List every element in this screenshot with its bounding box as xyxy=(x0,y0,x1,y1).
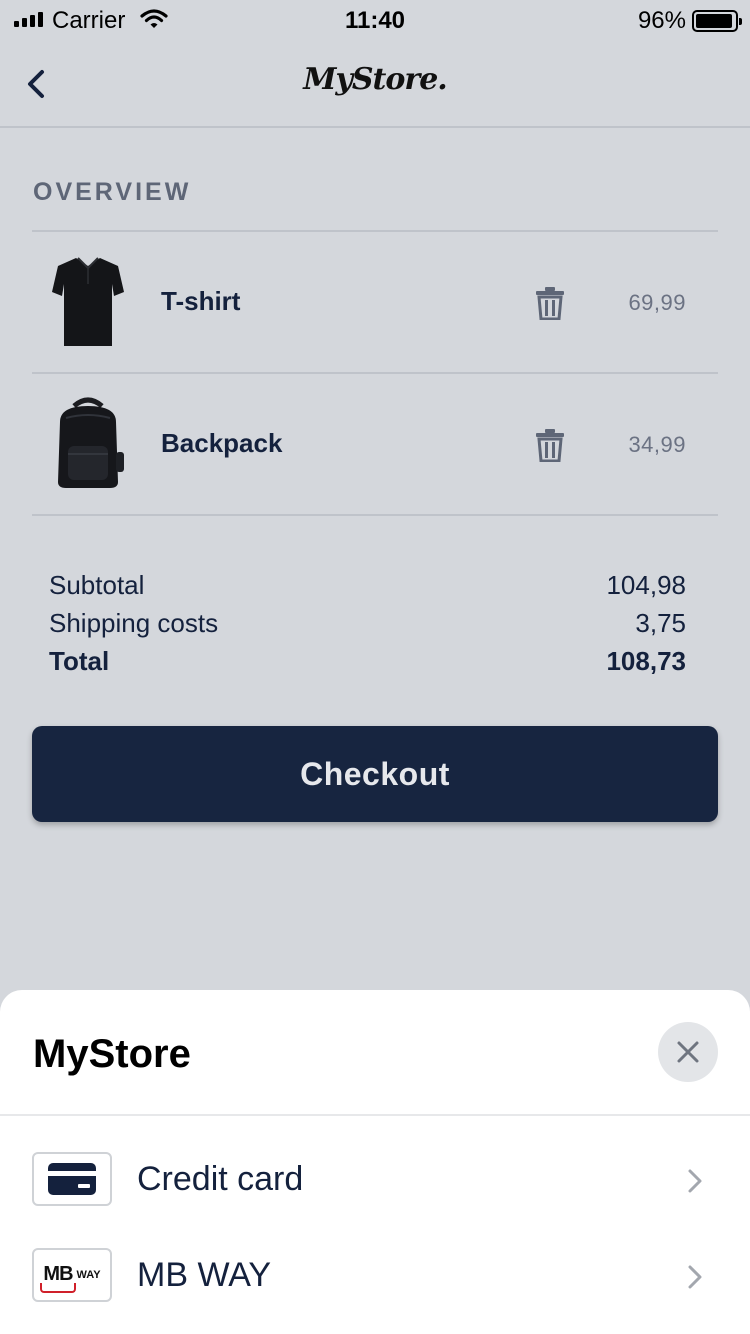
sheet-title: MyStore xyxy=(33,1032,191,1076)
mbway-logo-box: MB WAY xyxy=(32,1248,112,1302)
order-totals: Subtotal 104,98 Shipping costs 3,75 Tota… xyxy=(49,566,686,680)
item-price: 69,99 xyxy=(628,290,686,315)
total-label: Total xyxy=(49,645,110,676)
navigation-bar: MyStore. xyxy=(0,40,750,128)
shipping-row: Shipping costs 3,75 xyxy=(49,604,686,642)
trash-icon[interactable] xyxy=(534,286,566,320)
tshirt-icon xyxy=(52,257,124,346)
cart-list: T-shirt 69,99 Backpack 34,99 xyxy=(32,230,718,516)
payment-method-mbway[interactable]: MB WAY MB WAY xyxy=(0,1228,750,1324)
close-icon xyxy=(677,1041,699,1063)
subtotal-row: Subtotal 104,98 xyxy=(49,566,686,604)
total-row: Total 108,73 xyxy=(49,642,686,680)
backpack-icon xyxy=(58,397,124,488)
subtotal-value: 104,98 xyxy=(606,569,686,600)
credit-card-icon xyxy=(48,1163,96,1195)
shipping-label: Shipping costs xyxy=(49,607,219,638)
item-name: T-shirt xyxy=(161,286,241,316)
mbway-logo-mb: MB xyxy=(40,1263,76,1293)
item-name: Backpack xyxy=(161,428,283,458)
item-price: 34,99 xyxy=(628,432,686,457)
store-logo: MyStore. xyxy=(303,62,448,97)
mbway-logo: MB WAY xyxy=(40,1263,101,1293)
total-value: 108,73 xyxy=(606,645,686,676)
shipping-value: 3,75 xyxy=(635,607,686,638)
cart-item: Backpack 34,99 xyxy=(32,374,718,516)
payment-sheet: MyStore Credit card MB WAY MB WAY xyxy=(0,990,750,1334)
trash-icon[interactable] xyxy=(534,428,566,462)
battery-icon xyxy=(692,10,742,32)
overview-title: OVERVIEW xyxy=(33,178,192,206)
credit-card-icon-box xyxy=(32,1152,112,1206)
sheet-divider xyxy=(0,1114,750,1116)
checkout-button[interactable]: Checkout xyxy=(32,726,718,822)
battery-percent: 96% xyxy=(637,7,686,34)
subtotal-label: Subtotal xyxy=(49,569,145,600)
mbway-logo-way: WAY xyxy=(76,1269,101,1281)
payment-method-credit-card[interactable]: Credit card xyxy=(0,1132,750,1228)
payment-method-label: Credit card xyxy=(137,1160,304,1198)
cart-item: T-shirt 69,99 xyxy=(32,232,718,374)
chevron-right-icon xyxy=(688,1169,702,1193)
chevron-right-icon xyxy=(688,1265,702,1289)
status-bar: Carrier 11:40 96% xyxy=(0,0,750,40)
payment-method-label: MB WAY xyxy=(137,1256,272,1294)
close-button[interactable] xyxy=(658,1022,718,1082)
